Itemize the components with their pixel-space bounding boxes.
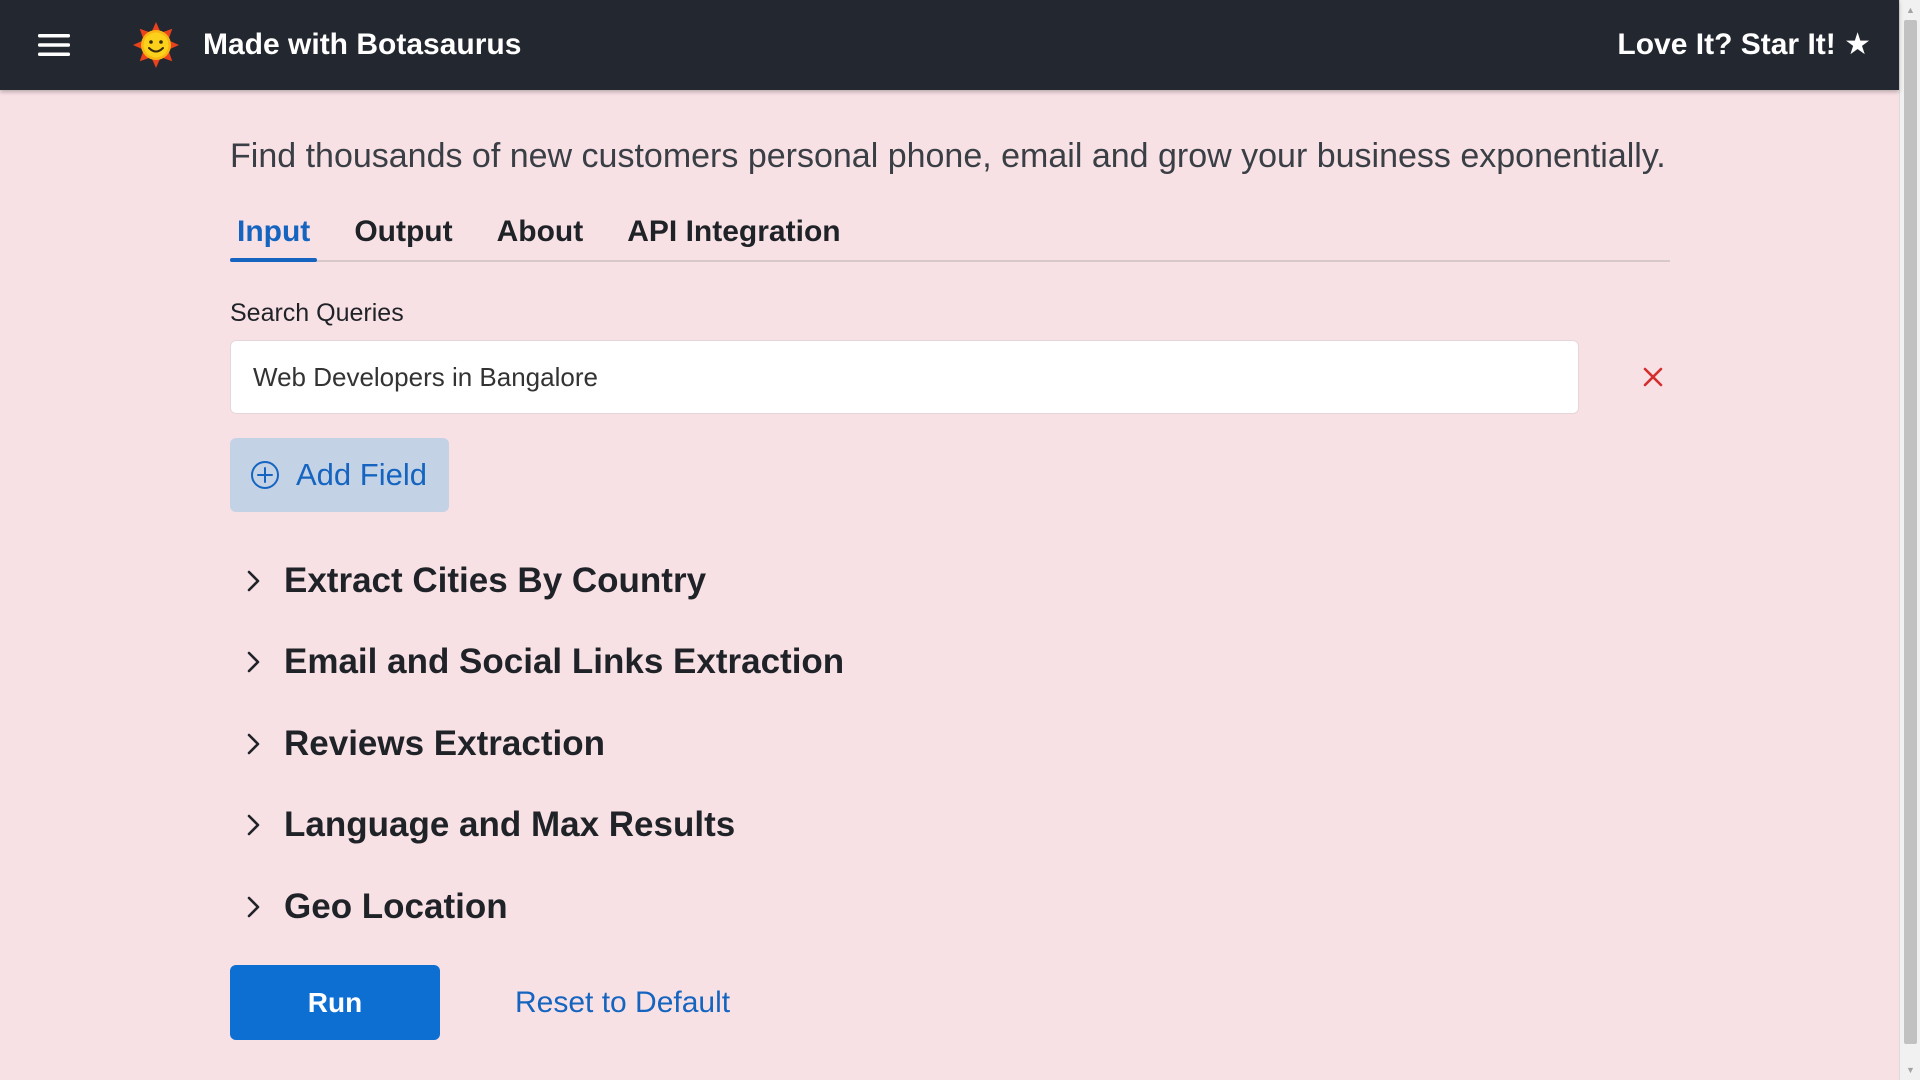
section-title: Email and Social Links Extraction (284, 642, 845, 682)
vertical-scrollbar[interactable]: ▲ ▼ (1899, 0, 1920, 1080)
section-title: Geo Location (284, 886, 508, 926)
top-app-bar: Made with Botasaurus Love It? Star It! ★ (0, 0, 1899, 90)
tab-bar: Input Output About API Integration (230, 206, 1670, 262)
add-field-button[interactable]: Add Field (230, 438, 449, 512)
chevron-right-icon (247, 896, 260, 918)
settings-sections: Extract Cities By Country Email and Soci… (230, 540, 1670, 948)
search-queries-label: Search Queries (230, 299, 404, 327)
chevron-right-icon (247, 814, 260, 836)
section-reviews-extraction[interactable]: Reviews Extraction (230, 703, 1670, 785)
tab-input[interactable]: Input (230, 206, 318, 262)
form-actions: Run Reset to Default (230, 965, 730, 1040)
section-geo-location[interactable]: Geo Location (230, 866, 1670, 948)
hamburger-menu-icon[interactable] (34, 27, 74, 63)
search-query-input[interactable]: Web Developers in Bangalore (230, 340, 1579, 414)
section-extract-cities-by-country[interactable]: Extract Cities By Country (230, 540, 1670, 622)
star-github-link[interactable]: Love It? Star It! ★ (1617, 0, 1871, 90)
scroll-up-arrow-icon[interactable]: ▲ (1900, 2, 1920, 18)
add-field-label: Add Field (296, 457, 427, 492)
section-title: Language and Max Results (284, 805, 736, 845)
tab-about[interactable]: About (490, 206, 591, 260)
run-button[interactable]: Run (230, 965, 440, 1040)
chevron-right-icon (247, 651, 260, 673)
brand-title[interactable]: Made with Botasaurus (203, 0, 521, 90)
close-x-icon[interactable] (1633, 357, 1673, 397)
scroll-down-arrow-icon[interactable]: ▼ (1900, 1062, 1920, 1078)
reset-to-default-link[interactable]: Reset to Default (515, 986, 730, 1020)
tab-api-integration[interactable]: API Integration (620, 206, 847, 260)
chevron-right-icon (247, 733, 260, 755)
tab-output[interactable]: Output (347, 206, 459, 260)
section-title: Reviews Extraction (284, 723, 605, 763)
search-query-row: Web Developers in Bangalore (230, 340, 1670, 414)
page-tagline: Find thousands of new customers personal… (230, 137, 1666, 175)
section-title: Extract Cities By Country (284, 560, 707, 600)
main-content: Find thousands of new customers personal… (230, 90, 1670, 1040)
section-language-and-max-results[interactable]: Language and Max Results (230, 785, 1670, 867)
section-email-and-social-links-extraction[interactable]: Email and Social Links Extraction (230, 622, 1670, 704)
sun-smiley-logo-icon[interactable] (132, 21, 180, 69)
plus-circle-icon (251, 461, 279, 489)
scrollbar-thumb[interactable] (1904, 20, 1917, 1044)
chevron-right-icon (247, 570, 260, 592)
